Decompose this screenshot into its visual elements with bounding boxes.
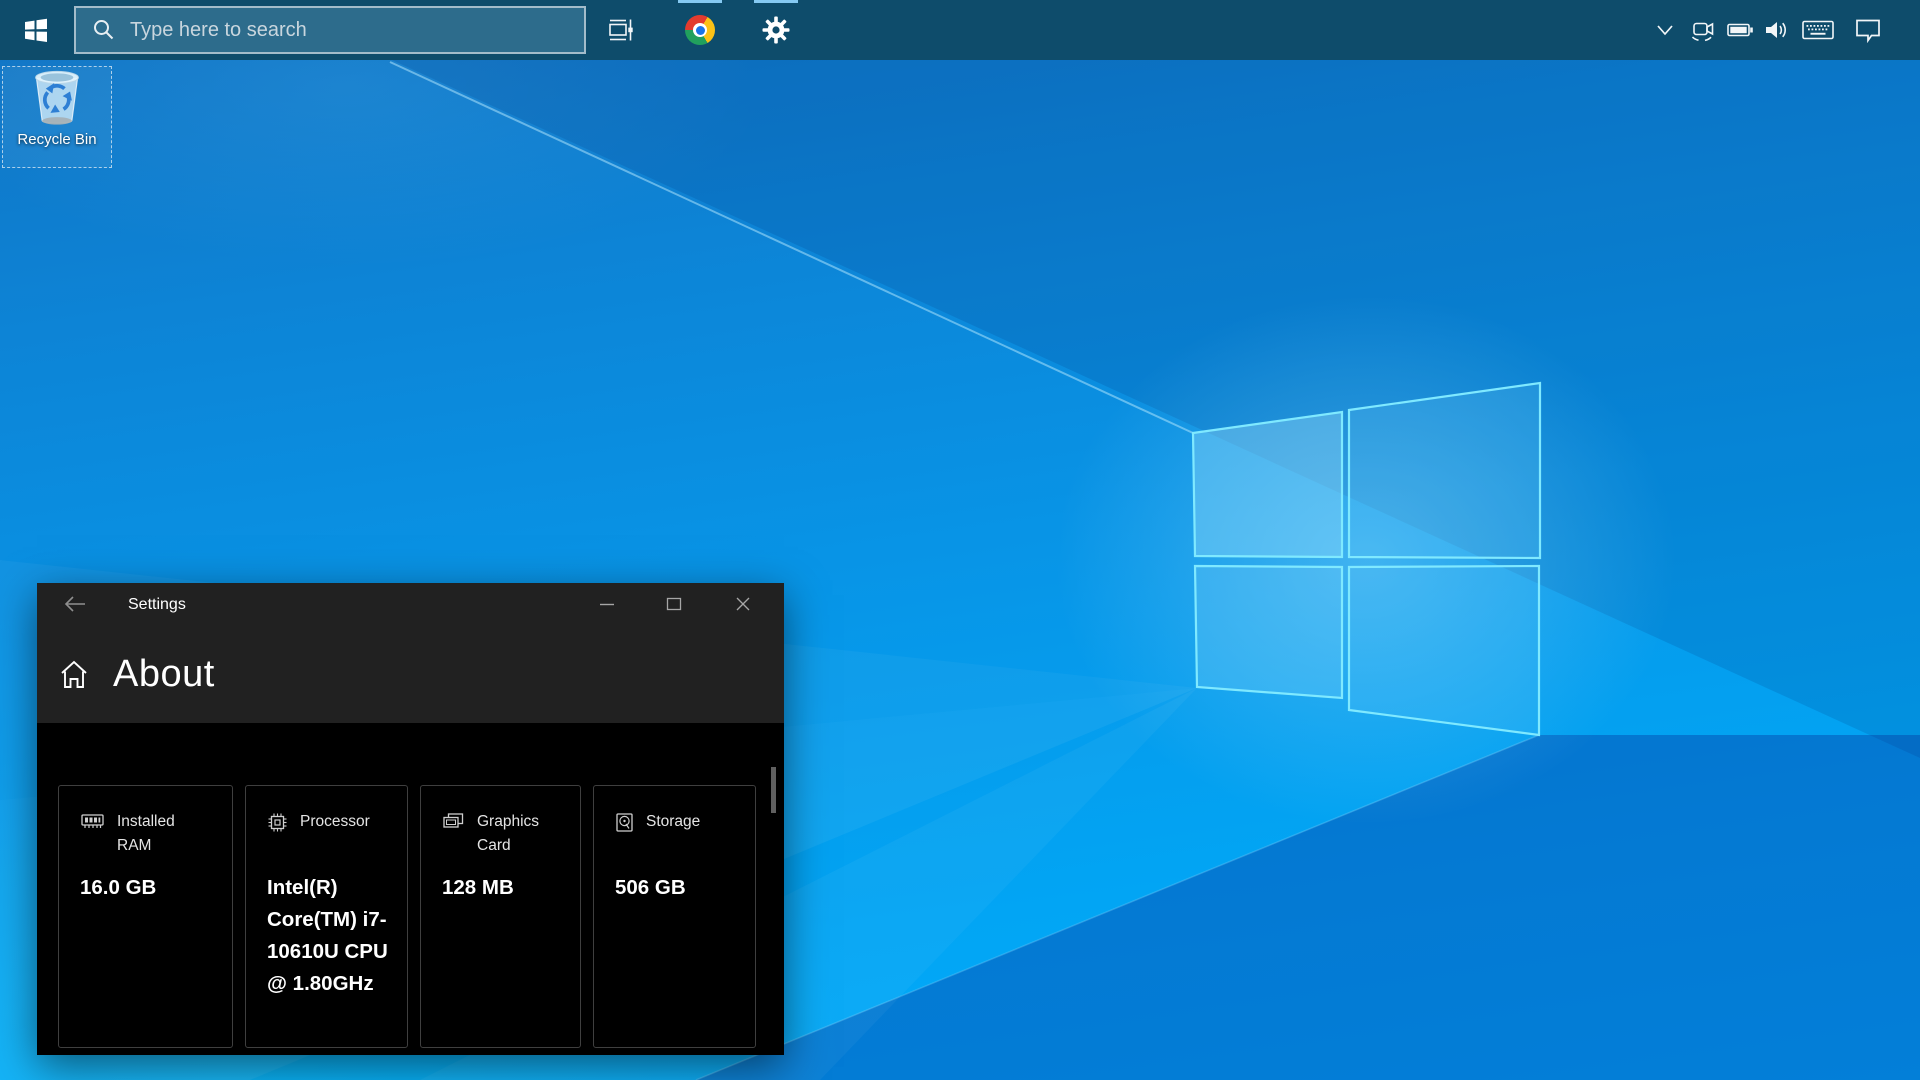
settings-window: Settings Ab bbox=[37, 583, 784, 1055]
battery-icon bbox=[1727, 20, 1754, 40]
ram-icon bbox=[81, 813, 104, 830]
recycle-bin-icon bbox=[29, 67, 85, 129]
card-label: Storage bbox=[646, 810, 700, 834]
gear-icon bbox=[762, 16, 790, 44]
task-view-icon bbox=[606, 18, 634, 42]
touch-keyboard-tray-button[interactable] bbox=[1798, 0, 1838, 60]
spec-card-processor: Processor Intel(R) Core(TM) i7-10610U CP… bbox=[245, 785, 408, 1048]
gpu-icon bbox=[443, 813, 464, 829]
window-title: Settings bbox=[128, 583, 186, 625]
card-value: 128 MB bbox=[442, 872, 562, 904]
camera-icon bbox=[1690, 17, 1716, 43]
speaker-icon bbox=[1764, 19, 1788, 41]
desktop-icon-recycle-bin[interactable]: Recycle Bin bbox=[2, 66, 112, 168]
close-icon bbox=[735, 596, 751, 612]
back-button[interactable] bbox=[49, 583, 101, 625]
card-value: 506 GB bbox=[615, 872, 737, 904]
scrollbar-thumb[interactable] bbox=[771, 767, 776, 813]
card-label: Processor bbox=[300, 810, 370, 834]
screen: Recycle Bin Settings bbox=[0, 0, 1920, 1080]
search-icon bbox=[92, 18, 116, 42]
card-value: 16.0 GB bbox=[80, 872, 214, 904]
close-button[interactable] bbox=[720, 583, 766, 625]
task-view-button[interactable] bbox=[596, 0, 644, 60]
spec-card-installed-ram: Installed RAM 16.0 GB bbox=[58, 785, 233, 1048]
home-icon bbox=[60, 659, 88, 690]
settings-titlebar[interactable]: Settings bbox=[37, 583, 784, 625]
card-label: Installed RAM bbox=[117, 810, 201, 858]
spec-card-graphics-card: Graphics Card 128 MB bbox=[420, 785, 581, 1048]
search-input[interactable] bbox=[128, 18, 584, 43]
windows-start-icon bbox=[23, 17, 49, 43]
start-button[interactable] bbox=[0, 0, 72, 60]
card-label: Graphics Card bbox=[477, 810, 561, 858]
settings-running-indicator bbox=[754, 0, 798, 3]
minimize-icon bbox=[599, 596, 615, 612]
back-arrow-icon bbox=[62, 593, 88, 615]
card-value: Intel(R) Core(TM) i7-10610U CPU @ 1.80GH… bbox=[267, 872, 389, 1000]
battery-tray-button[interactable] bbox=[1724, 0, 1756, 60]
recycle-bin-label: Recycle Bin bbox=[17, 131, 96, 148]
minimize-button[interactable] bbox=[584, 583, 630, 625]
volume-tray-button[interactable] bbox=[1760, 0, 1792, 60]
action-center-button[interactable] bbox=[1846, 0, 1890, 60]
page-title: About bbox=[113, 653, 215, 696]
taskbar bbox=[0, 0, 1920, 60]
chrome-taskbar-button[interactable] bbox=[676, 0, 724, 60]
taskbar-search[interactable] bbox=[74, 6, 586, 54]
chrome-running-indicator bbox=[678, 0, 722, 3]
maximize-button[interactable] bbox=[651, 583, 697, 625]
meet-now-tray-button[interactable] bbox=[1688, 0, 1718, 60]
chevron-down-icon bbox=[1656, 23, 1674, 37]
hdd-icon bbox=[616, 813, 633, 832]
hidden-icons-chevron[interactable] bbox=[1650, 0, 1680, 60]
page-header: About bbox=[60, 625, 215, 723]
settings-taskbar-button[interactable] bbox=[752, 0, 800, 60]
spec-card-storage: Storage 506 GB bbox=[593, 785, 756, 1048]
chrome-icon bbox=[685, 15, 715, 45]
notification-bubble-icon bbox=[1854, 17, 1882, 43]
maximize-icon bbox=[666, 596, 682, 612]
cpu-icon bbox=[268, 813, 287, 832]
keyboard-icon bbox=[1802, 19, 1834, 41]
